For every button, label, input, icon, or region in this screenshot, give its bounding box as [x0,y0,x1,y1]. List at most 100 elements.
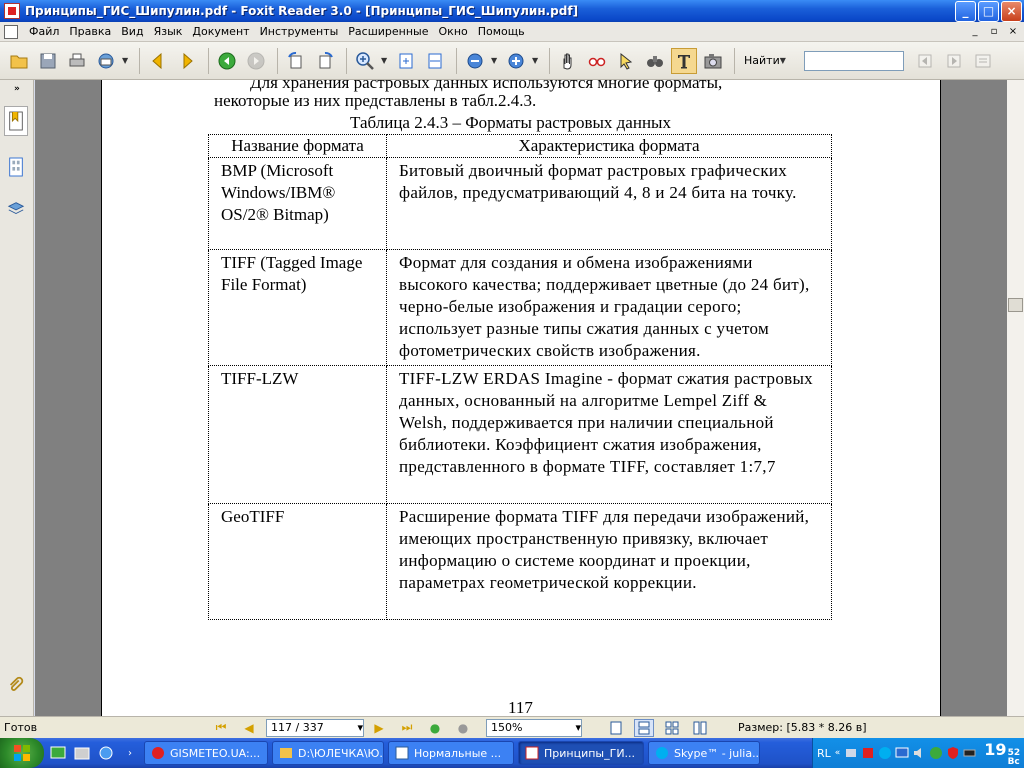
hand-tool-icon[interactable] [555,48,581,74]
maximize-button[interactable]: □ [978,0,999,22]
document-icon[interactable] [4,24,18,39]
menu-help[interactable]: Помощь [473,25,530,38]
single-page-view-icon[interactable] [606,719,626,737]
open-icon[interactable] [6,48,32,74]
doc-restore-button[interactable]: ▫ [986,26,1002,37]
fit-width-icon[interactable] [422,48,448,74]
doc-close-button[interactable]: × [1005,26,1021,37]
tray-check-icon[interactable] [929,746,943,760]
tray-shield-icon[interactable] [946,746,960,760]
back-icon[interactable] [214,48,240,74]
sidebar-collapse-icon[interactable]: » [14,84,20,94]
find-input[interactable] [803,50,904,71]
glasses-icon[interactable] [584,48,610,74]
tray-skype-icon[interactable] [878,746,892,760]
zoom-value: 150% [491,721,523,734]
tray-expand-icon[interactable]: « [835,748,841,758]
continuous-view-icon[interactable] [634,718,654,737]
rotate-left-icon[interactable] [283,48,309,74]
close-button[interactable]: × [1001,0,1022,22]
minimize-button[interactable]: _ [955,0,976,22]
prev-page-icon[interactable] [145,48,171,74]
menu-view[interactable]: Вид [116,25,148,38]
menu-file[interactable]: Файл [24,25,64,38]
find-label: Найти [744,54,780,67]
find-prev-icon[interactable] [912,48,938,74]
task-explorer[interactable]: D:\ЮЛЕЧКА\Ю... [272,741,384,765]
zoom-dropdown-arrow-icon[interactable]: ▾ [575,721,581,734]
next-page-icon[interactable] [174,48,200,74]
find-dropdown-icon[interactable]: ▼ [780,56,788,65]
status-text: Готов [4,721,38,734]
bookmarks-icon[interactable] [4,106,28,136]
task-foxit[interactable]: Принципы_ГИ... [518,741,644,765]
status-bar: Готов ⏮ ◀ 117 / 337 ▾ ▶ ⏭ ● ● 150% ▾ Раз… [0,716,1024,738]
menu-document[interactable]: Документ [187,25,254,38]
tray-volume-icon[interactable] [912,746,926,760]
page-thumbnails-icon[interactable] [4,152,28,182]
menu-language[interactable]: Язык [149,25,188,38]
attachments-icon[interactable] [4,670,28,700]
zoom-field[interactable]: 150% ▾ [486,718,582,737]
menu-edit[interactable]: Правка [64,25,116,38]
menu-advanced[interactable]: Расширенные [343,25,433,38]
binoculars-icon[interactable] [642,48,668,74]
next-page-status-icon[interactable]: ▶ [368,719,390,737]
fit-page-icon[interactable] [393,48,419,74]
doc-minimize-button[interactable]: _ [967,26,983,37]
format-name-cell: TIFF-LZW [208,365,387,504]
start-button[interactable] [0,738,44,768]
select-icon[interactable] [613,48,639,74]
task-opera[interactable]: GISMETEO.UA:... [144,741,268,765]
zoom-out-dropdown-icon[interactable]: ▼ [491,56,499,65]
zoom-dropdown-icon[interactable]: ▼ [381,56,389,65]
page-dropdown-icon[interactable]: ▾ [357,721,363,734]
print-icon[interactable] [64,48,90,74]
zoom-plus-icon[interactable] [503,48,529,74]
scrollbar-thumb[interactable] [1008,298,1023,312]
layers-icon[interactable] [4,194,28,224]
first-page-icon[interactable]: ⏮ [210,719,232,737]
document-viewport[interactable]: Для хранения растровых данных используют… [35,80,1007,716]
find-options-icon[interactable] [970,48,996,74]
text-select-icon[interactable] [671,47,697,74]
continuous-facing-view-icon[interactable] [690,719,710,737]
table-row: GeoTIFF Расширение формата TIFF для пере… [208,503,832,620]
tray-antivirus-icon[interactable] [861,746,875,760]
rotate-right-icon[interactable] [312,48,338,74]
page-number: 117 [508,698,533,716]
find-next-icon[interactable] [941,48,967,74]
facing-view-icon[interactable] [662,719,682,737]
quicklaunch-ie-icon[interactable] [96,743,116,763]
vertical-scrollbar[interactable] [1007,80,1024,716]
zoom-plus-dropdown-icon[interactable]: ▼ [532,56,540,65]
task-label: Skype™ - julia... [674,746,760,760]
page-number-field[interactable]: 117 / 337 ▾ [266,718,364,737]
quicklaunch-desktop-icon[interactable] [48,743,68,763]
task-skype[interactable]: Skype™ - julia... [648,741,760,765]
previous-page-icon[interactable]: ◀ [238,719,260,737]
snapshot-icon[interactable] [700,48,726,74]
email-icon[interactable] [93,48,119,74]
zoom-out-icon[interactable] [462,48,488,74]
format-name-cell: GeoTIFF [208,503,387,620]
quicklaunch-expand-icon[interactable]: › [120,743,140,763]
last-page-icon[interactable]: ⏭ [396,719,418,737]
tray-network-icon[interactable] [844,746,858,760]
tray-monitor-icon[interactable] [895,746,909,760]
go-back-icon[interactable]: ● [424,719,446,737]
menu-window[interactable]: Окно [434,25,473,38]
go-forward-icon[interactable]: ● [452,719,474,737]
email-dropdown-icon[interactable]: ▼ [122,56,130,65]
foxit-app-icon[interactable] [4,3,20,19]
save-icon[interactable] [35,48,61,74]
clock[interactable]: 19 52 Вс [984,740,1020,767]
task-word[interactable]: Нормальные ... [388,741,514,765]
page-size-text: Размер: [5.83 * 8.26 в] [738,721,867,734]
menu-tools[interactable]: Инструменты [255,25,344,38]
forward-icon[interactable] [243,48,269,74]
quicklaunch-folder-icon[interactable] [72,743,92,763]
tray-battery-icon[interactable] [963,746,977,760]
zoom-in-icon[interactable] [352,48,378,74]
language-indicator[interactable]: RL [817,747,831,760]
